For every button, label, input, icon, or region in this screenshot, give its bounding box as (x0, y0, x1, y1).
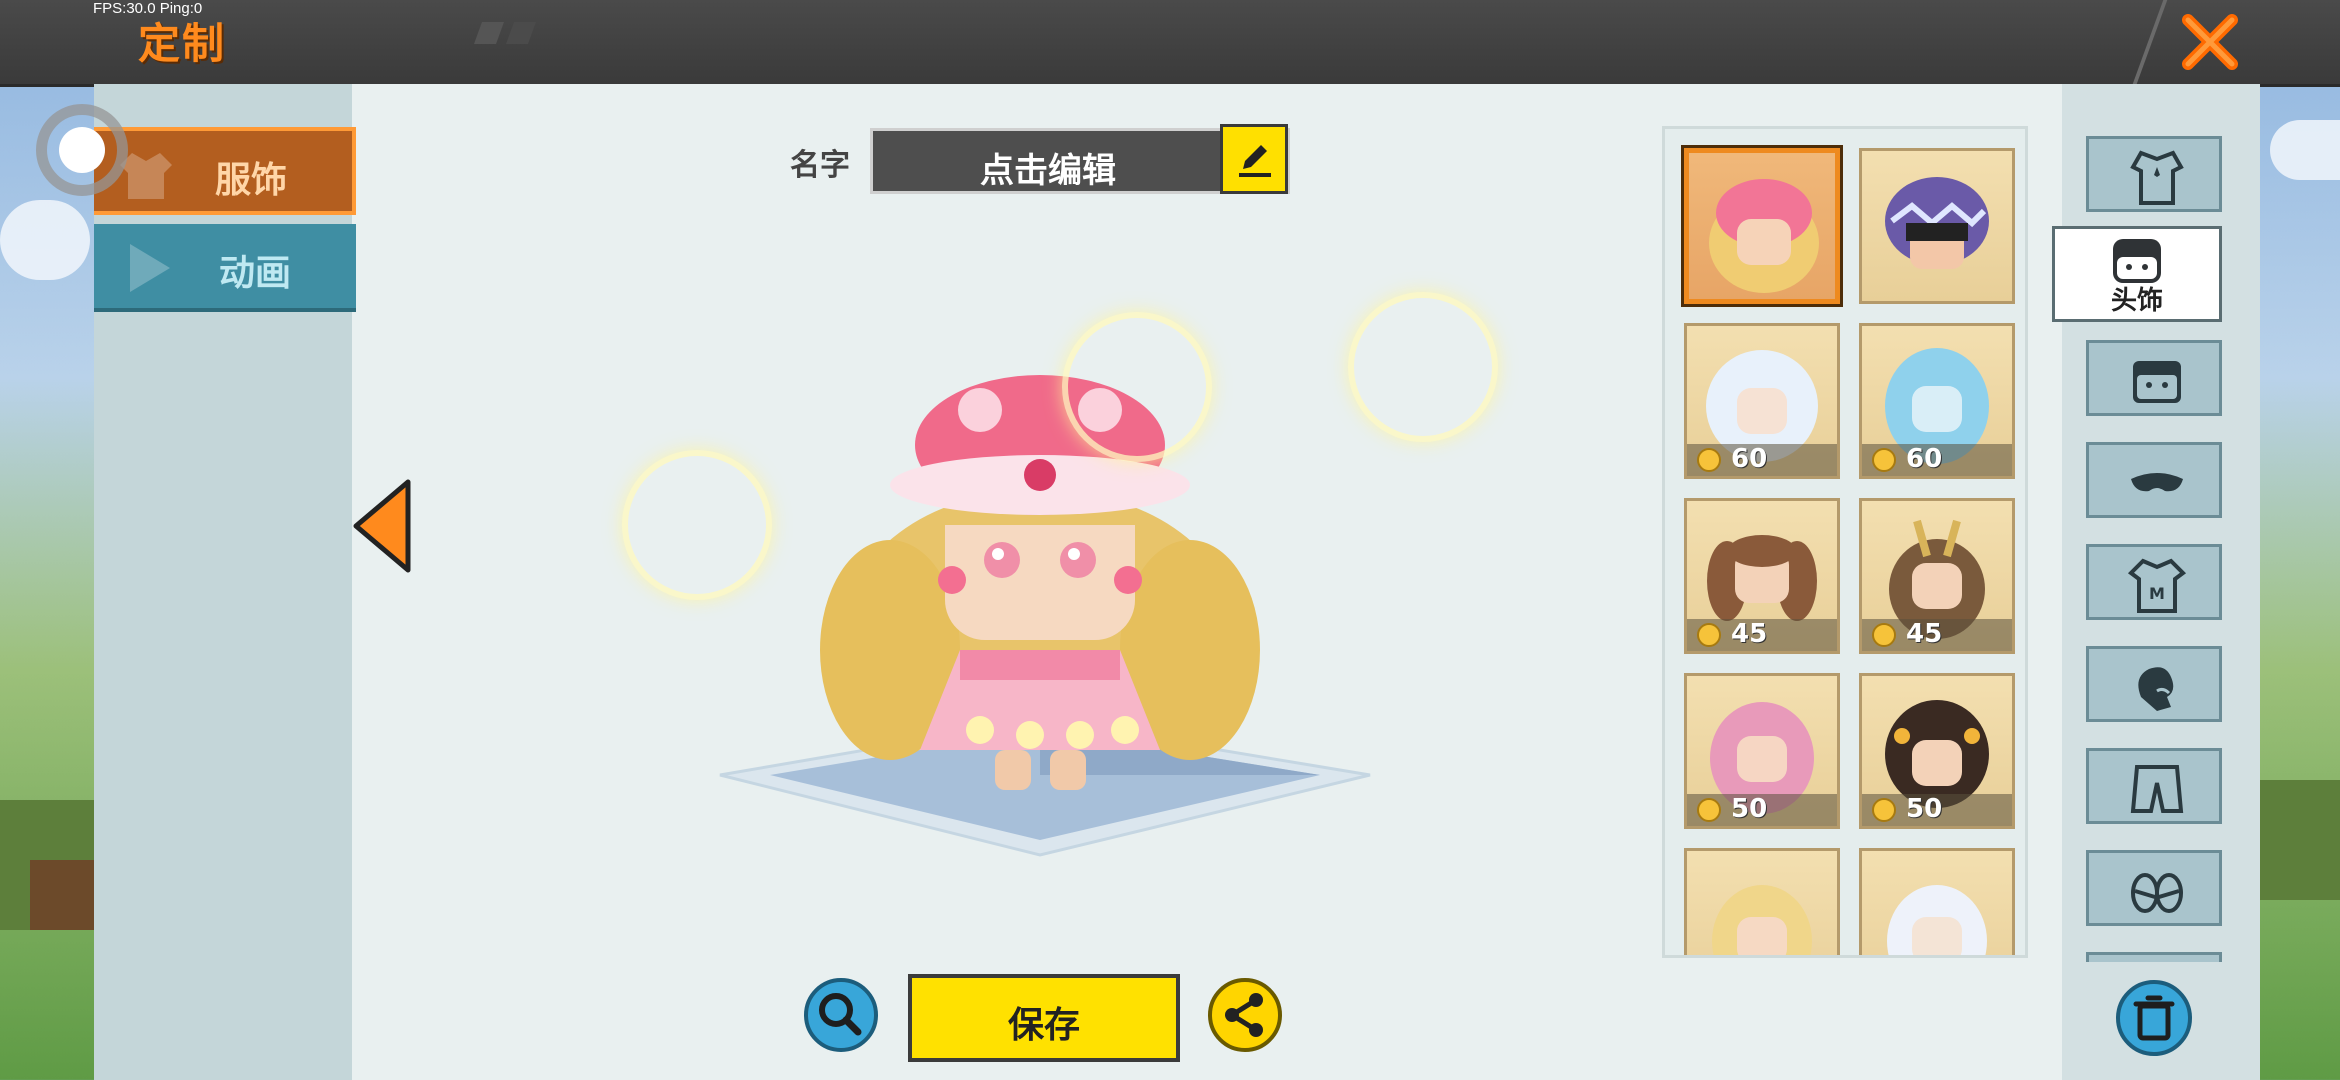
mask-icon (2131, 473, 2183, 492)
decor-flag (505, 22, 537, 44)
item-price: 45 (1731, 619, 1768, 649)
shirt-icon: M (2127, 558, 2187, 613)
tab-outfit-label: 服饰 (214, 160, 287, 201)
coin-icon (1872, 623, 1896, 647)
zoom-button[interactable] (804, 978, 878, 1052)
trash-icon (2133, 995, 2175, 1041)
category-shirt[interactable]: M (2086, 544, 2222, 620)
glow-ring (1062, 312, 1212, 462)
divider (2132, 0, 2168, 84)
hair-thumbnail (1887, 885, 1987, 955)
category-pants[interactable] (2086, 748, 2222, 824)
page-title: 定制 (138, 19, 227, 68)
trash-button[interactable] (2116, 980, 2192, 1056)
shoes-icon (2131, 873, 2183, 913)
close-icon (2182, 14, 2238, 70)
item-card[interactable] (1684, 848, 1840, 955)
item-card[interactable]: 60 (1859, 323, 2015, 479)
category-mask[interactable] (2086, 442, 2222, 518)
share-icon (1225, 993, 1263, 1037)
item-card[interactable]: 45 (1859, 498, 2015, 654)
gloves-icon (2138, 667, 2174, 711)
helmet-thumbnail (1885, 177, 1989, 269)
tab-outfit[interactable]: 服饰 (94, 127, 356, 215)
svg-text:M: M (2149, 584, 2165, 603)
magnifier-icon (819, 993, 862, 1036)
category-face[interactable] (2086, 340, 2222, 416)
item-price: 60 (1906, 444, 1943, 474)
suit-icon (2130, 150, 2184, 205)
item-price: 50 (1731, 794, 1768, 824)
category-gloves[interactable] (2086, 646, 2222, 722)
item-card[interactable] (1681, 145, 1843, 307)
coin-icon (1697, 448, 1721, 472)
item-card[interactable] (1859, 848, 2015, 955)
previous-arrow-icon[interactable] (352, 478, 412, 574)
tab-animation-label: 动画 (218, 253, 291, 294)
coin-icon (1872, 798, 1896, 822)
hair-thumbnail (1712, 885, 1812, 955)
category-more[interactable] (2086, 952, 2222, 962)
item-card[interactable]: 60 (1684, 323, 1840, 479)
close-button[interactable] (2128, 0, 2340, 84)
item-card[interactable]: 50 (1859, 673, 2015, 829)
coin-icon (1872, 448, 1896, 472)
character-preview[interactable] (600, 280, 1498, 880)
tab-animation[interactable]: 动画 (94, 224, 356, 312)
coin-icon (1697, 798, 1721, 822)
glow-ring (622, 450, 772, 600)
edit-name-button[interactable] (1220, 124, 1288, 194)
name-input-value: 点击编辑 (980, 151, 1116, 191)
item-price: 45 (1906, 619, 1943, 649)
face-icon (2133, 361, 2181, 403)
item-price: 60 (1731, 444, 1768, 474)
name-label: 名字 (790, 148, 850, 183)
category-suit[interactable] (2086, 136, 2222, 212)
coin-icon (1697, 623, 1721, 647)
save-button[interactable]: 保存 (908, 974, 1180, 1062)
floating-joystick[interactable] (36, 104, 128, 196)
hair-thumbnail (1709, 179, 1819, 293)
top-bar: FPS:30.0 Ping:0 定制 (0, 0, 2340, 87)
decor-flag (473, 22, 505, 44)
item-card[interactable]: 50 (1684, 673, 1840, 829)
share-button[interactable] (1208, 978, 1282, 1052)
category-headwear[interactable]: 头饰 (2052, 226, 2222, 322)
item-card[interactable] (1859, 148, 2015, 304)
item-price: 50 (1906, 794, 1943, 824)
item-grid: 60 60 45 45 50 50 (1662, 126, 2028, 958)
pencil-icon (1239, 145, 1271, 177)
category-shoes[interactable] (2086, 850, 2222, 926)
pants-icon (2130, 765, 2184, 813)
save-button-label: 保存 (1007, 1005, 1080, 1046)
category-label: 头饰 (2110, 286, 2163, 316)
joystick-knob (59, 127, 105, 173)
glow-ring (1348, 292, 1498, 442)
item-card[interactable]: 45 (1684, 498, 1840, 654)
